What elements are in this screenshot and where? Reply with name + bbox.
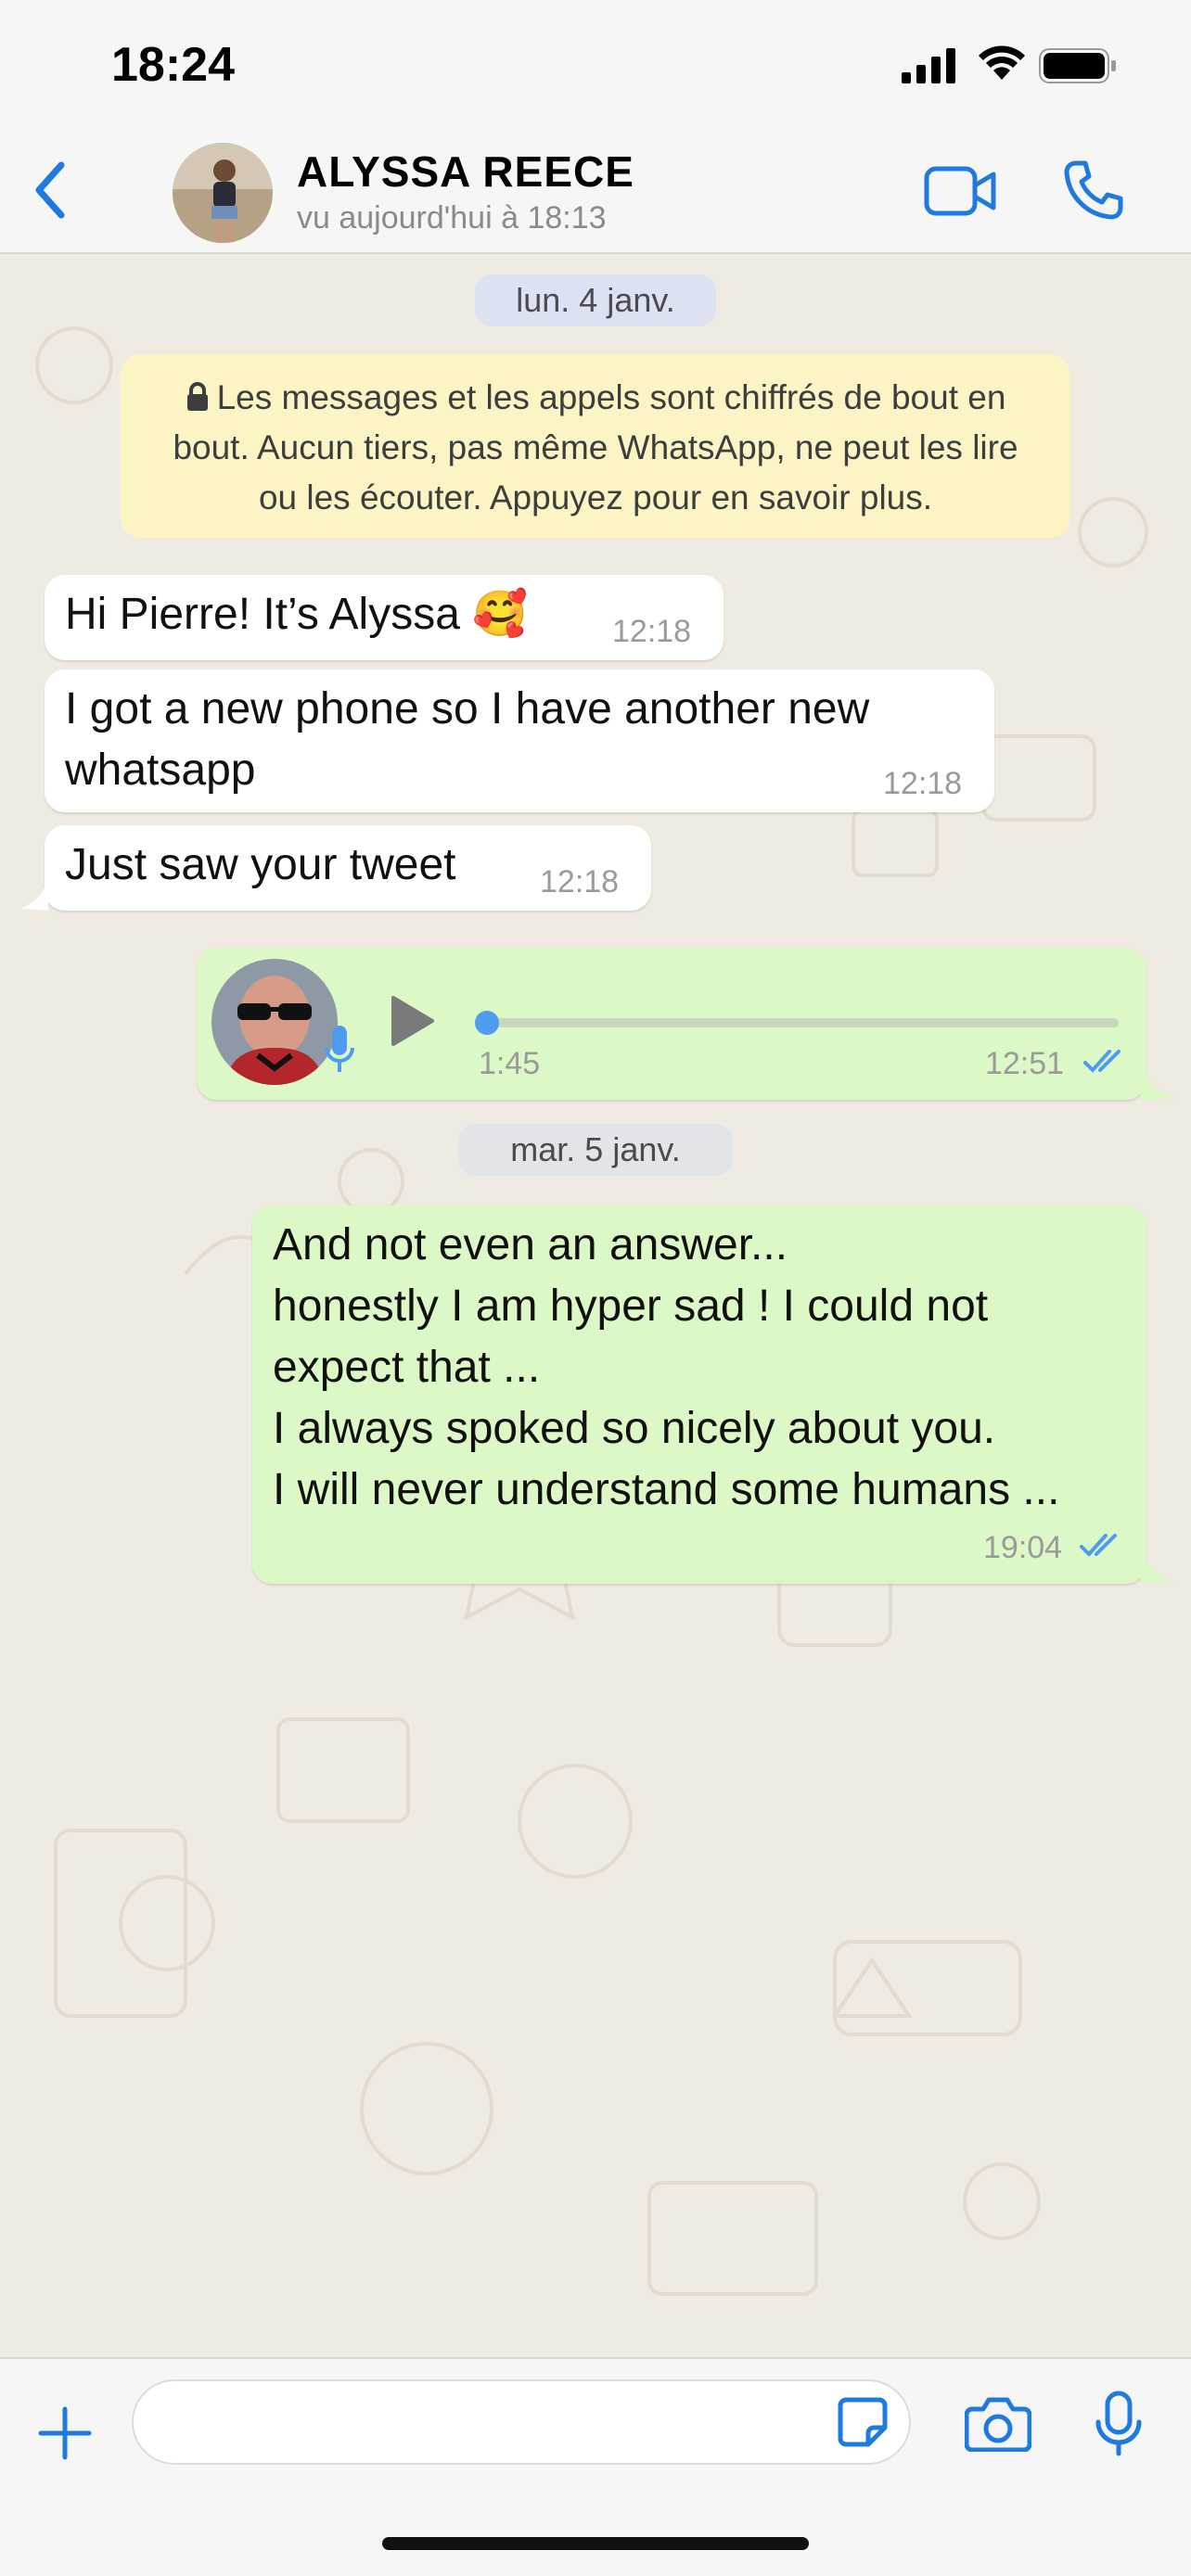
message-time: 12:18 (612, 614, 692, 649)
contact-avatar[interactable] (173, 143, 273, 243)
voice-progress-handle[interactable] (475, 1011, 499, 1035)
voice-duration: 1:45 (479, 1046, 541, 1081)
bubble-tail (20, 881, 48, 911)
last-seen-status: vu aujourd'hui à 18:13 (297, 200, 607, 236)
date-separator: mar. 5 janv. (458, 1124, 733, 1176)
message-text-line: I always spoked so nicely about you. (273, 1404, 996, 1453)
voice-message[interactable]: 1:45 12:51 (197, 948, 1146, 1100)
voice-progress-track[interactable] (488, 1018, 1119, 1027)
plus-icon[interactable] (37, 2405, 93, 2461)
message-text-line: I will never understand some humans ... (273, 1465, 1060, 1514)
message-text: Hi Pierre! It’s Alyssa 🥰 (65, 590, 529, 639)
read-receipt-icon (1083, 1050, 1121, 1073)
incoming-message[interactable]: I got a new phone so I have another new … (45, 670, 994, 812)
chat-area[interactable]: lun. 4 janv. Les messages et les appels … (0, 254, 1191, 2357)
message-time: 19:04 (983, 1530, 1063, 1565)
message-input[interactable] (132, 2379, 911, 2465)
video-call-icon[interactable] (924, 163, 998, 219)
message-text: I got a new phone so I have another new … (65, 684, 870, 795)
chat-header: ALYSSA REECE vu aujourd'hui à 18:13 (0, 130, 1191, 254)
date-separator: lun. 4 janv. (475, 274, 716, 326)
incoming-message[interactable]: Just saw your tweet 12:18 (45, 825, 651, 911)
message-time: 12:51 (985, 1046, 1065, 1081)
contact-name[interactable]: ALYSSA REECE (297, 147, 634, 197)
home-indicator[interactable] (382, 2537, 809, 2550)
wifi-icon (979, 45, 1025, 80)
battery-icon (1039, 48, 1116, 83)
incoming-message[interactable]: Hi Pierre! It’s Alyssa 🥰 12:18 (45, 575, 724, 660)
back-chevron-icon[interactable] (32, 158, 69, 223)
clock: 18:24 (111, 38, 235, 92)
message-text-line: honestly I am hyper sad ! I could not ex… (273, 1282, 989, 1392)
lock-icon (186, 382, 208, 411)
status-bar: 18:24 (0, 0, 1191, 130)
microphone-icon[interactable] (1095, 2391, 1143, 2457)
encryption-notice-text: Les messages et les appels sont chiffrés… (173, 378, 1018, 516)
bubble-tail (1141, 1066, 1174, 1100)
cellular-signal-icon (902, 48, 955, 83)
camera-icon[interactable] (965, 2396, 1031, 2452)
outgoing-message[interactable]: And not even an answer... honestly I am … (252, 1205, 1146, 1584)
encryption-notice[interactable]: Les messages et les appels sont chiffrés… (121, 354, 1070, 538)
message-text-line: And not even an answer... (273, 1220, 788, 1269)
sticker-icon[interactable] (837, 2396, 889, 2448)
bubble-tail (1141, 1550, 1174, 1584)
message-time: 12:18 (540, 864, 620, 899)
message-time: 12:18 (883, 766, 963, 801)
play-icon[interactable] (390, 994, 434, 1048)
read-receipt-icon (1080, 1534, 1117, 1557)
phone-call-icon[interactable] (1063, 159, 1124, 221)
sender-avatar (211, 959, 338, 1085)
microphone-icon (325, 1026, 354, 1072)
